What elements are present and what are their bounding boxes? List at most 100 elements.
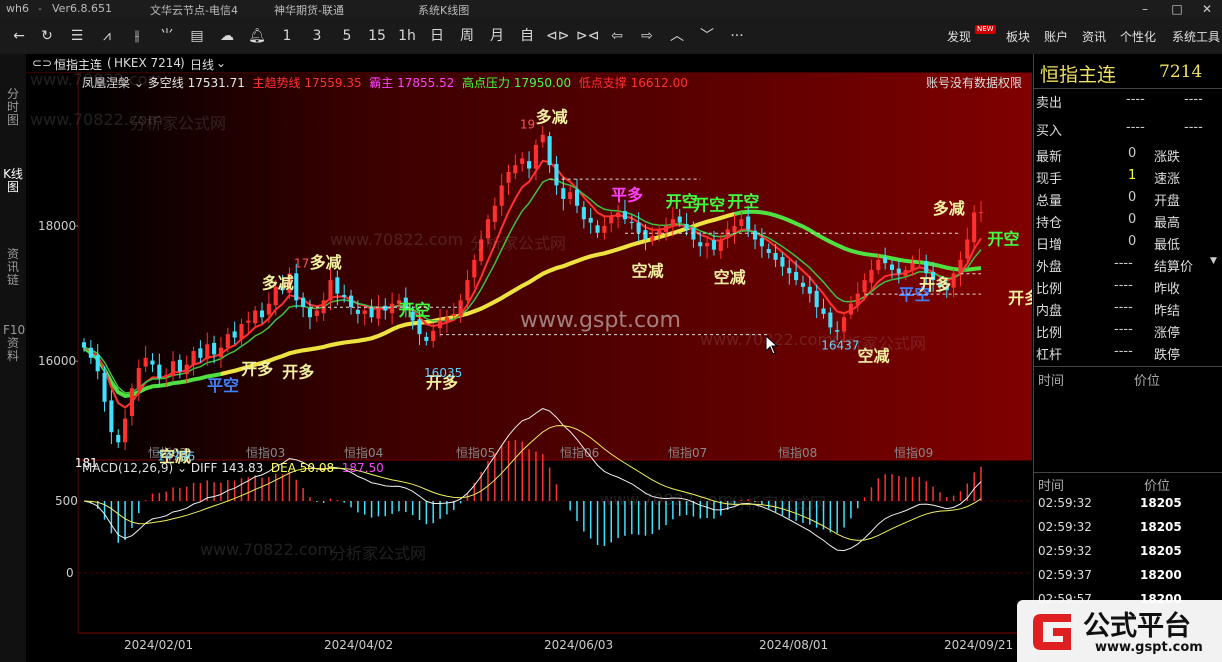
quote-label: 速涨 [1154, 172, 1181, 187]
period-1h[interactable]: 1h [396, 24, 418, 48]
x-date-label: 2024/09/21 [944, 638, 1013, 652]
candle-body [390, 303, 395, 314]
more-button[interactable]: ··· [726, 24, 748, 48]
signal-marker: 开空 [693, 196, 725, 215]
quote-label: 结算价 [1154, 260, 1194, 275]
macd-name[interactable]: MACD(12,26,9) [82, 461, 173, 475]
kline-chart[interactable]: 1600018000 恒指02 恒指03 恒指04 恒指05 恒指06 恒指07 恒指08 恒… [26, 73, 1032, 661]
line-chart-icon[interactable]: ⩘ [96, 24, 118, 48]
candle-body [561, 188, 566, 199]
x-date-label: 2024/04/02 [324, 638, 393, 652]
candle-body [266, 303, 271, 315]
menu-discover[interactable]: 发现 [947, 28, 971, 45]
quote-value: ---- [1184, 92, 1203, 107]
candle-body [301, 297, 306, 308]
app-name: wh6 [6, 2, 29, 15]
period-1min[interactable]: 1 [276, 24, 298, 48]
chevron-down-icon[interactable]: ⌄ [134, 76, 144, 90]
quote-value: 0 [1128, 212, 1137, 227]
scroll-left-icon[interactable]: ⇦ [606, 24, 628, 48]
indicator-icon[interactable]: ⺌ [156, 24, 178, 48]
candle-body [417, 319, 422, 335]
tick-price: 18205 [1140, 544, 1182, 558]
period-15min[interactable]: 15 [366, 24, 388, 48]
period-5min[interactable]: 5 [336, 24, 358, 48]
menu-personalize[interactable]: 个性化 [1120, 28, 1156, 45]
candle-body [780, 257, 785, 267]
quote-value: ---- [1114, 256, 1133, 271]
x-date-label: 2024/02/01 [124, 638, 193, 652]
menu-news[interactable]: 资讯 [1082, 28, 1106, 45]
candle-body [520, 158, 525, 164]
gspt-logo: 公式平台 www.gspt.com [1017, 600, 1222, 662]
alert-bell-icon[interactable]: 🔔︎ [246, 24, 268, 48]
sidebar-tab-kline[interactable]: K线图 [3, 168, 23, 194]
instrument-code: HKEX 7214 [114, 56, 182, 70]
candle-body [609, 215, 614, 224]
quote-table-icon[interactable]: ▤ [186, 24, 208, 48]
macd-hist-value: 187.50 [341, 461, 384, 475]
candle-body [657, 229, 662, 235]
price-label: 16437 [821, 339, 859, 353]
candle-body [81, 342, 87, 348]
period-custom[interactable]: 自 [516, 24, 538, 48]
quote-value: ---- [1114, 344, 1133, 359]
instrument-menu-icon[interactable]: ⊂⊃ [32, 56, 52, 70]
candle-body [424, 336, 429, 341]
candle-body [746, 216, 751, 230]
refresh-icon[interactable]: ↻ [36, 24, 58, 48]
period-day[interactable]: 日 [426, 24, 448, 48]
period-month[interactable]: 月 [486, 24, 508, 48]
candle-body [458, 300, 463, 317]
candle-body [294, 273, 299, 301]
scroll-down-icon[interactable]: ﹀ [696, 24, 718, 48]
candle-body [533, 144, 538, 169]
indicator-name[interactable]: 凤凰涅槃 [82, 76, 130, 90]
candle-body [109, 400, 114, 433]
sidebar-tab-news[interactable]: 资讯链 [3, 248, 23, 287]
candle-body [663, 226, 669, 233]
scroll-up-icon[interactable]: ︿ [666, 24, 688, 48]
minimize-button[interactable]: – [1130, 0, 1160, 18]
candle-body [225, 334, 230, 348]
list-icon[interactable]: ☰ [66, 24, 88, 48]
period-3min[interactable]: 3 [306, 24, 328, 48]
quote-value: ---- [1126, 120, 1145, 135]
close-button[interactable]: ✕ [1192, 0, 1222, 18]
menu-system-tools[interactable]: 系统工具 [1172, 28, 1220, 45]
candle-body [431, 330, 436, 341]
quote-label: 涨跌 [1154, 150, 1181, 165]
zoom-in-icon[interactable]: ⊲⊳ [546, 24, 569, 48]
price-label: 16035 [424, 366, 462, 380]
kline-icon[interactable]: ⫲ [126, 24, 148, 48]
legend-value-overlord: 17855.52 [397, 76, 455, 90]
sidebar-tab-f10[interactable]: F10资料 [3, 324, 25, 363]
zoom-out-icon[interactable]: ⊳⊲ [576, 24, 599, 48]
quote-label: 跌停 [1154, 348, 1181, 363]
candle-body [465, 280, 470, 301]
macd-dea-value: 50.08 [299, 461, 335, 475]
candle-body [903, 269, 908, 277]
sidebar-tab-timeshare[interactable]: 分时图 [3, 88, 23, 127]
quote-value: ---- [1114, 322, 1133, 337]
toolbar: ← ↻ ☰ ⩘ ⫲ ⺌ ▤ ☁ 🔔︎ 1 3 5 15 1h 日 周 月 自 ⊲… [0, 18, 1222, 54]
cloud-icon[interactable]: ☁ [216, 24, 238, 48]
instrument-name[interactable]: 恒指主连 [54, 56, 102, 73]
menu-sector[interactable]: 板块 [1006, 28, 1030, 45]
chevron-down-icon[interactable]: ⌄ [177, 461, 187, 475]
x-month-label: 恒指09 [894, 445, 933, 460]
candle-body [88, 347, 93, 358]
quote-label: 昨收 [1154, 282, 1181, 297]
scroll-right-icon[interactable]: ⇨ [636, 24, 658, 48]
period-week[interactable]: 周 [456, 24, 478, 48]
period-selector[interactable]: 日线 [190, 56, 214, 73]
chevron-down-icon[interactable]: ▼ [1210, 256, 1217, 278]
maximize-button[interactable]: □ [1162, 0, 1192, 18]
legend-value-resistance: 17950.00 [513, 76, 572, 90]
quote-value: 0 [1128, 146, 1137, 161]
chevron-down-icon[interactable]: ⌄ [216, 56, 226, 70]
menu-account[interactable]: 账户 [1044, 28, 1068, 45]
macd-ytick-500: 500 [55, 494, 78, 508]
candle-body [177, 359, 182, 372]
back-icon[interactable]: ← [8, 24, 30, 48]
